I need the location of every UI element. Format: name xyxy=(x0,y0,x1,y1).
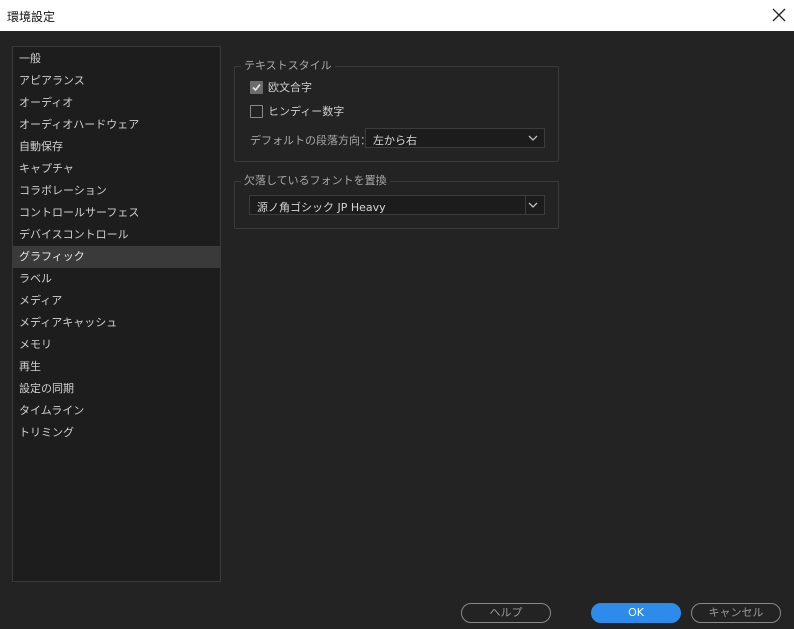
text-style-title: テキストスタイル xyxy=(241,59,335,73)
sidebar-item-audio-hardware[interactable]: オーディオハードウェア xyxy=(13,114,220,136)
sidebar-item-capture[interactable]: キャプチャ xyxy=(13,158,220,180)
sidebar: 一般 アピアランス オーディオ オーディオハードウェア 自動保存 キャプチャ コ… xyxy=(12,46,221,582)
title-bar: 環境設定 xyxy=(0,0,794,31)
paragraph-direction-dropdown[interactable]: 左から右 xyxy=(365,128,545,148)
paragraph-direction-label: デフォルトの段落方向： xyxy=(250,134,371,147)
chevron-down-icon xyxy=(528,202,538,208)
hindi-digits-checkbox-row[interactable]: ヒンディー数字 xyxy=(250,104,450,120)
sidebar-item-trimming[interactable]: トリミング xyxy=(13,422,220,444)
sidebar-item-general[interactable]: 一般 xyxy=(13,48,220,70)
latin-composition-checkbox-row[interactable]: 欧文合字 xyxy=(250,80,450,96)
latin-composition-checkbox[interactable] xyxy=(250,81,263,94)
ok-button[interactable]: OK xyxy=(591,603,681,623)
paragraph-direction-value: 左から右 xyxy=(373,134,417,147)
sidebar-item-timeline[interactable]: タイムライン xyxy=(13,400,220,422)
sidebar-item-appearance[interactable]: アピアランス xyxy=(13,70,220,92)
hindi-digits-label: ヒンディー数字 xyxy=(268,105,345,118)
replacement-font-dropdown[interactable]: 源ノ角ゴシック JP Heavy xyxy=(249,195,545,215)
missing-fonts-title: 欠落しているフォントを置換 xyxy=(241,174,390,188)
sidebar-item-auto-save[interactable]: 自動保存 xyxy=(13,136,220,158)
sidebar-item-sync-settings[interactable]: 設定の同期 xyxy=(13,378,220,400)
sidebar-item-graphics[interactable]: グラフィック xyxy=(13,246,220,268)
sidebar-item-control-surface[interactable]: コントロールサーフェス xyxy=(13,202,220,224)
sidebar-item-collaboration[interactable]: コラボレーション xyxy=(13,180,220,202)
hindi-digits-checkbox[interactable] xyxy=(250,105,263,118)
sidebar-item-memory[interactable]: メモリ xyxy=(13,334,220,356)
text-style-group: テキストスタイル 欧文合字 ヒンディー数字 デフォルトの段落方向： 左から右 xyxy=(234,59,559,162)
checkmark-icon xyxy=(252,83,261,92)
sidebar-item-labels[interactable]: ラベル xyxy=(13,268,220,290)
replacement-font-value: 源ノ角ゴシック JP Heavy xyxy=(257,201,386,214)
sidebar-item-audio[interactable]: オーディオ xyxy=(13,92,220,114)
sidebar-item-device-control[interactable]: デバイスコントロール xyxy=(13,224,220,246)
sidebar-item-media-cache[interactable]: メディアキャッシュ xyxy=(13,312,220,334)
missing-fonts-group: 欠落しているフォントを置換 源ノ角ゴシック JP Heavy xyxy=(234,174,559,229)
chevron-down-icon xyxy=(528,135,538,141)
help-button[interactable]: ヘルプ xyxy=(461,603,551,623)
window-title: 環境設定 xyxy=(7,10,56,24)
close-icon[interactable] xyxy=(769,5,789,25)
sidebar-item-media[interactable]: メディア xyxy=(13,290,220,312)
cancel-button[interactable]: キャンセル xyxy=(691,603,781,623)
sidebar-item-playback[interactable]: 再生 xyxy=(13,356,220,378)
latin-composition-label: 欧文合字 xyxy=(268,81,312,94)
